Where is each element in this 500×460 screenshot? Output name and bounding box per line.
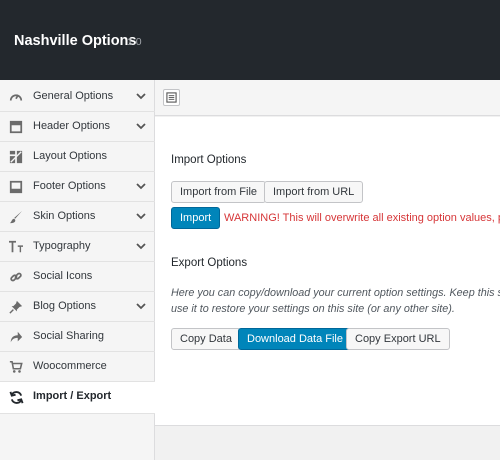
sidebar-item-blog-options[interactable]: Blog Options (0, 292, 155, 322)
download-data-file-button[interactable]: Download Data File (238, 328, 352, 350)
content-toolbar (155, 80, 500, 116)
share-icon (8, 329, 24, 345)
import-from-file-button[interactable]: Import from File (171, 181, 267, 203)
chevron-down-icon (136, 303, 146, 310)
typography-icon (8, 239, 24, 255)
export-description-line-1: Here you can copy/download your current … (171, 287, 500, 299)
sidebar-item-skin-options[interactable]: Skin Options (0, 202, 155, 232)
options-header: Nashville Options 1.0 (0, 0, 500, 80)
sidebar-item-footer-options[interactable]: Footer Options (0, 172, 155, 202)
export-description-line-2: use it to restore your settings on this … (171, 303, 455, 315)
sidebar-item-general-options[interactable]: General Options (0, 82, 155, 112)
sidebar-item-label: Layout Options (33, 150, 107, 162)
sidebar-item-header-options[interactable]: Header Options (0, 112, 155, 142)
sidebar-item-label: General Options (33, 90, 114, 102)
import-from-url-button[interactable]: Import from URL (264, 181, 364, 203)
sidebar-item-layout-options[interactable]: Layout Options (0, 142, 155, 172)
export-options-heading: Export Options (171, 257, 248, 269)
panel-title: Nashville Options (14, 33, 137, 49)
sidebar-item-label: Header Options (33, 120, 111, 132)
copy-data-button[interactable]: Copy Data (171, 328, 241, 350)
sidebar-item-label: Skin Options (33, 210, 96, 222)
sidebar-item-label: Typography (33, 240, 91, 252)
sidebar-item-typography[interactable]: Typography (0, 232, 155, 262)
sidebar-item-label: Woocommerce (33, 360, 107, 372)
sidebar-item-woocommerce[interactable]: Woocommerce (0, 352, 155, 382)
import-button[interactable]: Import (171, 207, 221, 229)
sidebar-item-social-icons[interactable]: Social Icons (0, 262, 155, 292)
layout-icon (8, 149, 24, 165)
content-footer-bar (155, 425, 500, 460)
chevron-down-icon (136, 183, 146, 190)
gauge-icon (8, 89, 24, 105)
sidebar-item-label: Import / Export (33, 390, 112, 402)
copy-export-url-button[interactable]: Copy Export URL (346, 328, 450, 350)
chevron-down-icon (136, 213, 146, 220)
list-view-icon (166, 92, 177, 103)
header-layout-icon (8, 119, 24, 135)
options-sidebar: General Options Header Options Layout Op… (0, 80, 155, 460)
refresh-icon (8, 389, 24, 405)
import-options-heading: Import Options (171, 154, 247, 166)
sidebar-item-label: Social Icons (33, 270, 93, 282)
pin-icon (8, 299, 24, 315)
chevron-down-icon (136, 243, 146, 250)
sidebar-item-label: Blog Options (33, 300, 96, 312)
chevron-down-icon (136, 93, 146, 100)
sidebar-item-social-sharing[interactable]: Social Sharing (0, 322, 155, 352)
cart-icon (8, 359, 24, 375)
chevron-down-icon (136, 123, 146, 130)
expand-options-button[interactable] (163, 89, 180, 106)
sidebar-item-label: Social Sharing (33, 330, 104, 342)
import-warning-text: WARNING! This will overwrite all existin… (224, 212, 500, 224)
sidebar-item-import-export[interactable]: Import / Export (0, 382, 155, 414)
sidebar-item-label: Footer Options (33, 180, 106, 192)
footer-layout-icon (8, 179, 24, 195)
link-icon (8, 269, 24, 285)
import-export-panel: Import Options Import from File Import f… (155, 117, 500, 425)
version-label: 1.0 (127, 36, 142, 48)
brush-icon (8, 209, 24, 225)
